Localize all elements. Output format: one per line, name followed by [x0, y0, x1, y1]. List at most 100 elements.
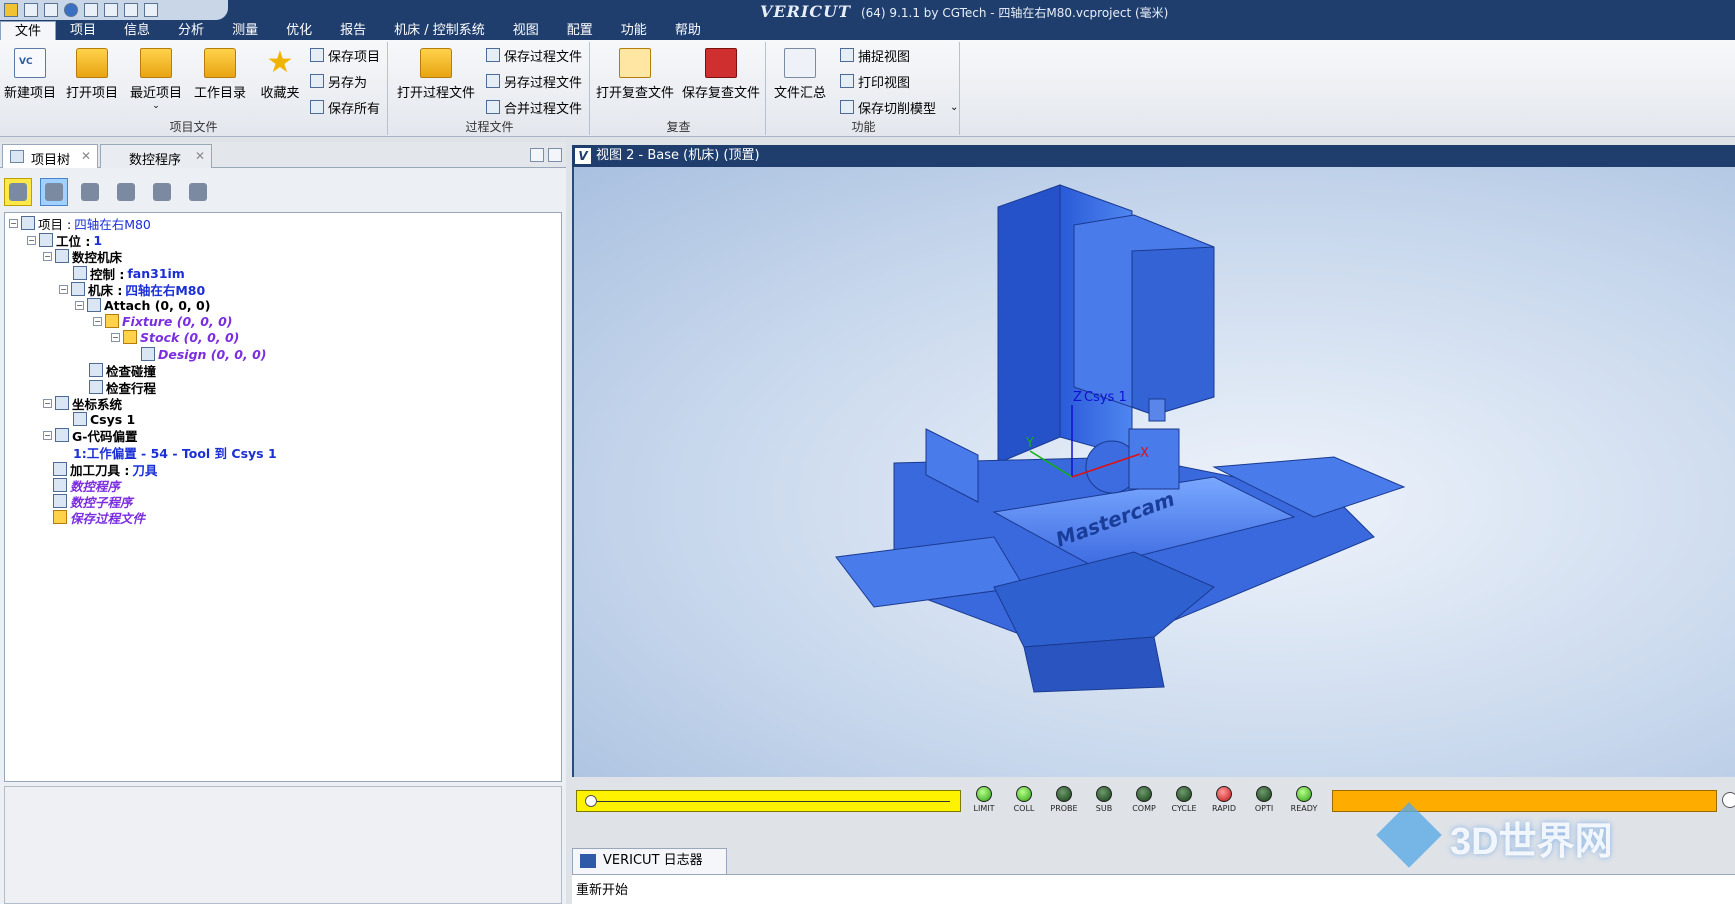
- properties-icon[interactable]: [40, 178, 68, 206]
- layout-horizontal-icon[interactable]: [124, 3, 138, 17]
- collapse-icon[interactable]: −: [43, 251, 52, 261]
- tab-vericut-logger[interactable]: VERICUT 日志器: [572, 848, 727, 874]
- pick-icon[interactable]: [4, 178, 32, 206]
- open-review-label: 打开复查文件: [595, 86, 674, 101]
- led-rapid[interactable]: RAPID: [1204, 786, 1244, 813]
- save-icon: [310, 48, 324, 62]
- recent-projects-button[interactable]: 最近项目 ⌄: [126, 44, 186, 114]
- save-as-button[interactable]: 另存为: [310, 70, 367, 92]
- tab-project-tree[interactable]: 项目树 ✕: [2, 144, 98, 168]
- tree-node-design[interactable]: Design (0, 0, 0): [141, 346, 267, 362]
- tree-node-project[interactable]: − 项目 : 四轴在右M80: [9, 215, 151, 232]
- tab-project-tree-label: 项目树: [31, 153, 71, 168]
- control-icon: [73, 266, 87, 280]
- tree-node-fixture[interactable]: − Fixture (0, 0, 0): [93, 313, 232, 329]
- menu-file[interactable]: 文件: [0, 21, 57, 40]
- close-icon[interactable]: ✕: [195, 149, 205, 163]
- quick-access-toolbar: [0, 0, 228, 20]
- tree-node-gcode-offset[interactable]: − G-代码偏置: [43, 427, 137, 444]
- configure-icon[interactable]: [184, 178, 212, 206]
- tree-node-nc-machine[interactable]: − 数控机床: [43, 248, 122, 265]
- menu-analysis[interactable]: 分析: [164, 21, 218, 40]
- wrench-icon[interactable]: [44, 3, 58, 17]
- collapse-icon[interactable]: −: [59, 284, 68, 294]
- led-cycle[interactable]: CYCLE: [1164, 786, 1204, 813]
- menu-info[interactable]: 信息: [110, 21, 164, 40]
- folder-icon[interactable]: [4, 3, 18, 17]
- menu-machine-control[interactable]: 机床 / 控制系统: [380, 21, 499, 40]
- collapse-icon[interactable]: −: [43, 398, 52, 408]
- work-directory-button[interactable]: 工作目录: [190, 44, 250, 114]
- led-ready[interactable]: READY: [1284, 786, 1324, 813]
- tree-node-collision[interactable]: 检查碰撞: [89, 362, 156, 379]
- capture-view-button[interactable]: 捕捉视图: [840, 44, 910, 66]
- recent-icon: [140, 48, 172, 78]
- add-component-icon[interactable]: [76, 178, 104, 206]
- led-label: RAPID: [1211, 804, 1237, 813]
- save-ip-as-button[interactable]: 另存过程文件: [486, 70, 582, 92]
- tree-node-attach[interactable]: − Attach (0, 0, 0): [75, 297, 210, 313]
- layout-single-icon[interactable]: [84, 3, 98, 17]
- collapse-icon[interactable]: −: [43, 430, 52, 440]
- merge-ip-button[interactable]: 合并过程文件: [486, 96, 582, 118]
- led-limit[interactable]: LIMIT: [964, 786, 1004, 813]
- layout-save-icon[interactable]: [144, 3, 158, 17]
- project-tree[interactable]: − 项目 : 四轴在右M80 − 工位 : 1 − 数控机床 控制 : fan3…: [4, 212, 562, 782]
- minimize-icon[interactable]: [530, 148, 544, 162]
- layout-split-icon[interactable]: [104, 3, 118, 17]
- led-coll[interactable]: COLL: [1004, 786, 1044, 813]
- slider-knob[interactable]: [585, 795, 597, 807]
- led-label: PROBE: [1050, 804, 1078, 813]
- menu-function[interactable]: 功能: [607, 21, 661, 40]
- collision-icon: [89, 363, 103, 377]
- menu-measure[interactable]: 测量: [218, 21, 272, 40]
- save-all-button[interactable]: 保存所有: [310, 96, 380, 118]
- close-icon[interactable]: ✕: [81, 149, 91, 163]
- save-review-button[interactable]: 保存复查文件: [680, 44, 762, 114]
- led-opti[interactable]: OPTI: [1244, 786, 1284, 813]
- led-probe[interactable]: PROBE: [1044, 786, 1084, 813]
- save-ip-button[interactable]: 保存过程文件: [486, 44, 582, 66]
- menu-view[interactable]: 视图: [499, 21, 553, 40]
- menu-project[interactable]: 项目: [56, 21, 110, 40]
- menu-help[interactable]: 帮助: [661, 21, 715, 40]
- open-ip-button[interactable]: 打开过程文件: [396, 44, 476, 114]
- tree-node-work-offset[interactable]: 1:工作偏置 - 54 - Tool 到 Csys 1: [73, 444, 277, 461]
- machine-model: Mastercam Z Csys 1 Y X: [835, 184, 1406, 693]
- redo-icon[interactable]: [148, 178, 176, 206]
- tree-node-save-ip[interactable]: 保存过程文件: [53, 509, 145, 526]
- favorites-button[interactable]: ★ 收藏夹: [250, 44, 310, 114]
- info-icon[interactable]: [1722, 792, 1735, 808]
- save-project-button[interactable]: 保存项目: [310, 44, 380, 66]
- menu-config[interactable]: 配置: [553, 21, 607, 40]
- tree-value: 四轴在右M80: [125, 282, 206, 298]
- save-cut-model-button[interactable]: 保存切削模型 ⌄: [840, 96, 958, 118]
- collapse-icon[interactable]: −: [27, 235, 36, 245]
- open-review-button[interactable]: 打开复查文件: [594, 44, 676, 114]
- menu-optimize[interactable]: 优化: [272, 21, 326, 40]
- new-project-button[interactable]: 新建项目: [0, 44, 60, 114]
- collapse-icon[interactable]: −: [75, 300, 84, 310]
- led-sub[interactable]: SUB: [1084, 786, 1124, 813]
- 3d-viewport[interactable]: Mastercam Z Csys 1 Y X: [572, 167, 1735, 777]
- info-icon[interactable]: [64, 3, 78, 17]
- collapse-icon[interactable]: −: [111, 332, 120, 342]
- spindle-head-side: [1131, 246, 1215, 416]
- chevron-down-icon[interactable]: ⌄: [950, 102, 958, 113]
- open-project-button[interactable]: 打开项目: [62, 44, 122, 114]
- tree-node-machine[interactable]: − 机床 : 四轴在右M80: [59, 281, 206, 298]
- collapse-icon[interactable]: −: [93, 316, 102, 326]
- led-label: LIMIT: [973, 804, 995, 813]
- animation-speed-slider[interactable]: [576, 790, 961, 812]
- tree-node-coord-system[interactable]: − 坐标系统: [43, 395, 122, 412]
- float-icon[interactable]: [548, 148, 562, 162]
- tab-nc-program[interactable]: 数控程序 ✕: [100, 144, 212, 168]
- undo-icon[interactable]: [112, 178, 140, 206]
- new-project-icon[interactable]: [24, 3, 38, 17]
- led-comp[interactable]: COMP: [1124, 786, 1164, 813]
- tree-node-stock[interactable]: − Stock (0, 0, 0): [111, 329, 239, 345]
- collapse-icon[interactable]: −: [9, 218, 18, 228]
- file-summary-button[interactable]: 文件汇总: [770, 44, 830, 114]
- print-view-button[interactable]: 打印视图: [840, 70, 910, 92]
- menu-report[interactable]: 报告: [326, 21, 380, 40]
